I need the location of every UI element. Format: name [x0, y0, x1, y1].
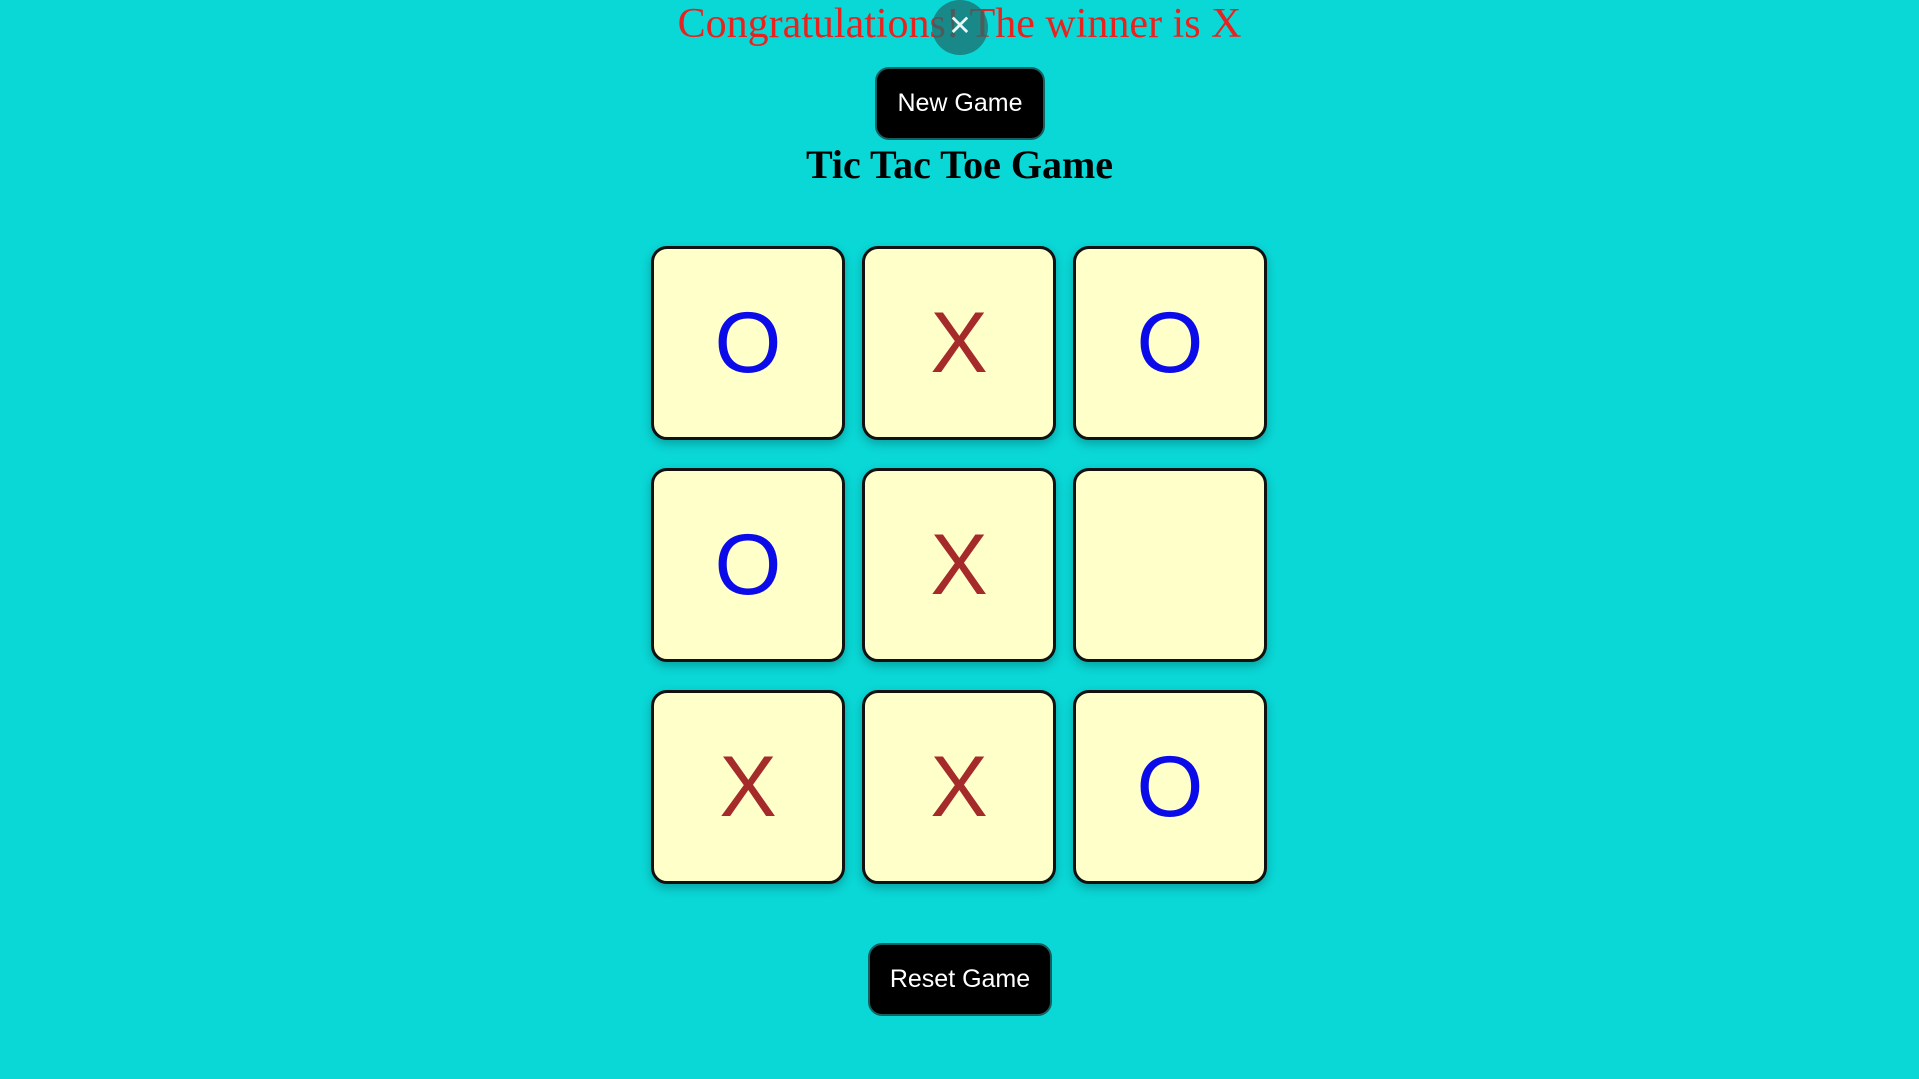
board-cell-5[interactable]: X — [862, 468, 1056, 662]
board-cell-1[interactable]: O — [651, 246, 845, 440]
reset-game-button[interactable]: Reset Game — [868, 943, 1052, 1016]
board-cell-6[interactable] — [1073, 468, 1267, 662]
board-cell-9[interactable]: O — [1073, 690, 1267, 884]
new-game-button[interactable]: New Game — [875, 67, 1045, 140]
page-title: Tic Tac Toe Game — [805, 142, 1114, 187]
board-cell-8[interactable]: X — [862, 690, 1056, 884]
game-page: Congratulations! The winner is X ✕ New G… — [0, 0, 1919, 1079]
close-icon[interactable]: ✕ — [932, 0, 988, 55]
board-cell-3[interactable]: O — [1073, 246, 1267, 440]
board-cell-7[interactable]: X — [651, 690, 845, 884]
board-cell-4[interactable]: O — [651, 468, 845, 662]
game-board: O X O O X X X O — [651, 246, 1268, 884]
board-cell-2[interactable]: X — [862, 246, 1056, 440]
